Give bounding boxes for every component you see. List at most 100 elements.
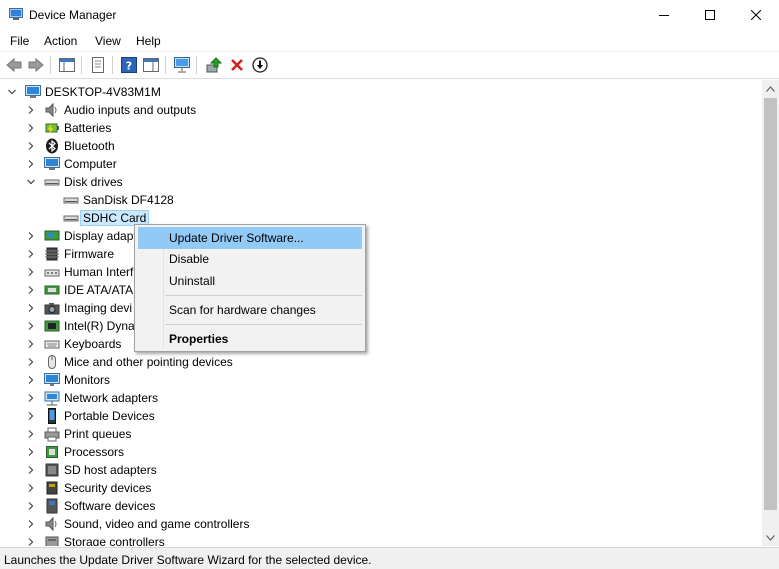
device-manager-app-icon [9, 8, 23, 20]
forward-button[interactable] [25, 55, 47, 75]
window-title: Device Manager [29, 8, 117, 22]
update-driver-button[interactable] [203, 55, 225, 75]
ctx-uninstall[interactable]: Uninstall [138, 270, 362, 292]
tree-category-row[interactable]: Firmware [0, 245, 762, 263]
disable-device-button[interactable] [249, 55, 271, 75]
expand-chevron-icon[interactable] [25, 428, 37, 440]
tree-category-row[interactable]: Bluetooth [0, 137, 762, 155]
tree-category-row[interactable]: IDE ATA/ATAP [0, 281, 762, 299]
back-button[interactable] [3, 55, 25, 75]
expand-chevron-icon[interactable] [25, 122, 37, 134]
tree-item-label: Security devices [64, 481, 152, 495]
tree-category-row[interactable]: Audio inputs and outputs [0, 101, 762, 119]
expand-chevron-icon[interactable] [25, 392, 37, 404]
expand-chevron-icon[interactable] [25, 140, 37, 152]
menu-file[interactable]: File [10, 34, 29, 48]
expand-chevron-icon[interactable] [25, 374, 37, 386]
expand-chevron-icon[interactable] [25, 446, 37, 458]
vertical-scrollbar[interactable] [762, 80, 779, 546]
tree-category-row[interactable]: Intel(R) Dyna [0, 317, 762, 335]
tree-category-row[interactable]: Imaging devi [0, 299, 762, 317]
tree-item-label: Human Interf [64, 265, 134, 279]
toolbar-separator [196, 56, 197, 74]
action-pane-button[interactable] [140, 55, 162, 75]
expand-chevron-icon[interactable] [25, 500, 37, 512]
expand-chevron-icon[interactable] [25, 320, 37, 332]
tree-item-label: Disk drives [64, 175, 123, 189]
expand-chevron-icon[interactable] [25, 302, 37, 314]
tree-root-row[interactable]: DESKTOP-4V83M1M [0, 83, 762, 101]
expand-chevron-icon[interactable] [25, 338, 37, 350]
tree-category-row[interactable]: Processors [0, 443, 762, 461]
expand-chevron-icon[interactable] [25, 230, 37, 242]
scan-hardware-button[interactable] [171, 55, 193, 75]
collapse-chevron-icon[interactable] [6, 86, 18, 98]
speaker-icon [45, 102, 57, 118]
software-device-icon [46, 498, 58, 514]
tree-item-label: Batteries [64, 121, 112, 135]
device-tree[interactable]: DESKTOP-4V83M1M Audio inputs and outputs… [0, 80, 762, 546]
tree-category-row[interactable]: Portable Devices [0, 407, 762, 425]
console-tree-button[interactable] [56, 55, 78, 75]
tree-category-row[interactable]: Display adapt [0, 227, 762, 245]
collapse-chevron-icon[interactable] [25, 176, 37, 188]
properties-button[interactable] [87, 55, 109, 75]
tree-category-row[interactable]: Security devices [0, 479, 762, 497]
menu-help[interactable]: Help [136, 34, 161, 48]
ctx-disable[interactable]: Disable [138, 248, 362, 270]
tree-category-row[interactable]: Computer [0, 155, 762, 173]
maximize-icon [705, 10, 715, 20]
tree-category-row[interactable]: SD host adapters [0, 461, 762, 479]
uninstall-button[interactable] [226, 55, 248, 75]
computer-icon [44, 157, 60, 170]
tree-category-row[interactable]: Disk drives [0, 173, 762, 191]
tree-child-row[interactable]: SDHC Card [0, 209, 762, 227]
tree-category-row[interactable]: Batteries [0, 119, 762, 137]
tree-item-label: Imaging devi [64, 301, 133, 315]
tree-category-row[interactable]: Network adapters [0, 389, 762, 407]
expand-chevron-icon[interactable] [25, 248, 37, 260]
ide-controller-icon [44, 285, 60, 295]
tree-category-row[interactable]: Human Interf [0, 263, 762, 281]
toolbar: ? [0, 52, 779, 79]
tree-category-row[interactable]: Sound, video and game controllers [0, 515, 762, 533]
expand-chevron-icon[interactable] [25, 410, 37, 422]
scroll-thumb[interactable] [764, 98, 777, 510]
maximize-button[interactable] [687, 0, 733, 30]
ctx-scan-hardware-changes[interactable]: Scan for hardware changes [138, 299, 362, 321]
tree-category-row[interactable]: Storage controllers [0, 533, 762, 546]
scroll-up-button[interactable] [762, 80, 779, 97]
tree-category-row[interactable]: Keyboards [0, 335, 762, 353]
menu-action[interactable]: Action [44, 34, 77, 48]
expand-chevron-icon[interactable] [25, 482, 37, 494]
keyboard-icon [44, 340, 60, 349]
expand-chevron-icon[interactable] [25, 284, 37, 296]
disk-drive-icon [63, 197, 79, 204]
expand-chevron-icon[interactable] [25, 266, 37, 278]
monitor-icon [44, 373, 60, 386]
expand-chevron-icon[interactable] [25, 464, 37, 476]
menu-view[interactable]: View [95, 34, 121, 48]
expand-chevron-icon[interactable] [25, 158, 37, 170]
scroll-up-arrow-icon [766, 85, 775, 92]
tree-item-label: Monitors [64, 373, 111, 387]
tree-category-row[interactable]: Mice and other pointing devices [0, 353, 762, 371]
expand-chevron-icon[interactable] [25, 104, 37, 116]
ctx-properties[interactable]: Properties [138, 328, 362, 350]
scroll-down-button[interactable] [762, 529, 779, 546]
tree-category-row[interactable]: Monitors [0, 371, 762, 389]
tree-child-row[interactable]: SanDisk DF4128 [0, 191, 762, 209]
help-button[interactable]: ? [118, 55, 140, 75]
tree-item-label: Keyboards [64, 337, 122, 351]
close-button[interactable] [733, 0, 779, 30]
tree-category-row[interactable]: Software devices [0, 497, 762, 515]
computer-icon [25, 85, 41, 98]
uninstall-x-icon [231, 59, 243, 71]
tree-item-label: Bluetooth [64, 139, 115, 153]
expand-chevron-icon[interactable] [25, 536, 37, 546]
expand-chevron-icon[interactable] [25, 356, 37, 368]
expand-chevron-icon[interactable] [25, 518, 37, 530]
minimize-button[interactable] [641, 0, 687, 30]
tree-category-row[interactable]: Print queues [0, 425, 762, 443]
ctx-update-driver-software[interactable]: Update Driver Software... [138, 227, 362, 249]
